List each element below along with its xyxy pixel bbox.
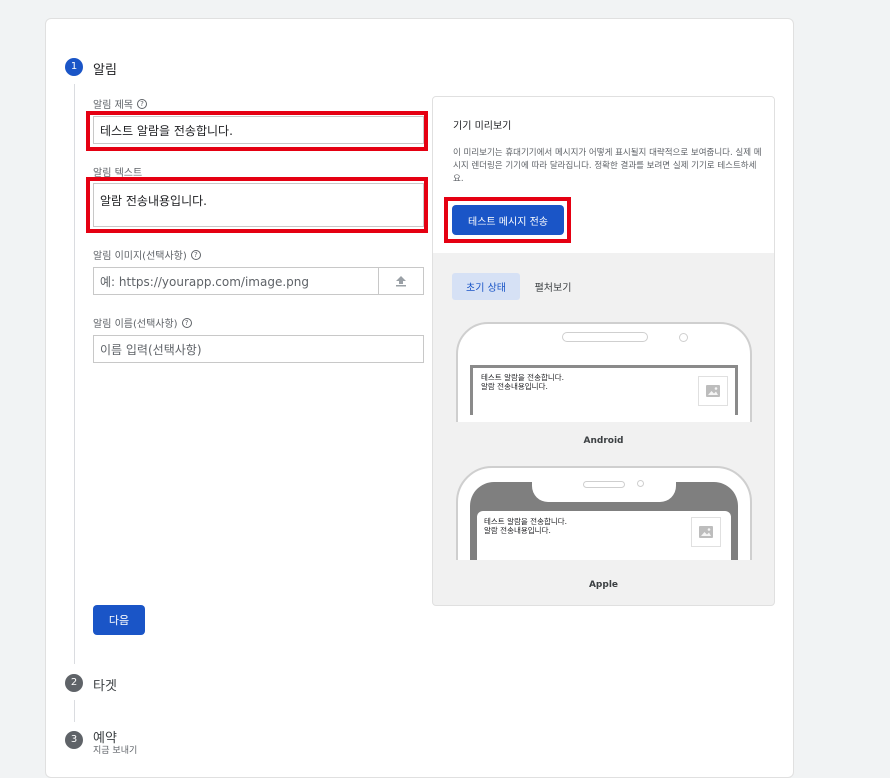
step-1-number: 1	[65, 58, 83, 76]
title-highlight-box	[86, 111, 428, 151]
apple-notification-text: 테스트 알람을 전송합니다. 알람 전송내용입니다.	[484, 517, 567, 535]
apple-notification: 테스트 알람을 전송합니다. 알람 전송내용입니다.	[477, 511, 731, 560]
apple-label: Apple	[588, 580, 619, 590]
image-url-input[interactable]: 예: https://yourapp.com/image.png	[93, 267, 379, 295]
help-icon[interactable]: ?	[136, 98, 147, 109]
send-button-highlight-box	[444, 197, 571, 243]
step-1-title: 알림	[93, 63, 117, 78]
help-icon[interactable]: ?	[181, 317, 192, 328]
apple-device-mockup: 테스트 알람을 전송합니다. 알람 전송내용입니다.	[456, 466, 752, 560]
tab-expanded[interactable]: 펼처보기	[528, 273, 578, 300]
android-notification-body: 알람 전송내용입니다.	[481, 382, 548, 391]
image-label: 알림 이미지(선택사항)	[93, 251, 187, 262]
android-camera	[679, 333, 688, 342]
android-notification: 테스트 알람을 전송합니다. 알람 전송내용입니다.	[470, 365, 738, 415]
apple-notification-body: 알람 전송내용입니다.	[484, 526, 551, 535]
android-device-mockup: 테스트 알람을 전송합니다. 알람 전송내용입니다.	[456, 322, 752, 422]
step-3-subtitle: 지금 보내기	[93, 746, 138, 756]
android-label: Android	[583, 436, 624, 446]
step-2-number: 2	[65, 674, 83, 692]
preview-title: 기기 미리보기	[453, 121, 512, 132]
tab-initial-state[interactable]: 초기 상태	[452, 273, 520, 300]
name-input[interactable]: 이름 입력(선택사항)	[93, 335, 424, 363]
upload-icon	[396, 276, 406, 287]
title-label-row: 알림 제목 ?	[93, 96, 147, 111]
apple-speaker	[583, 481, 625, 488]
android-image-placeholder	[698, 376, 728, 406]
image-icon	[699, 526, 713, 538]
apple-image-placeholder	[691, 517, 721, 547]
device-preview-panel: 기기 미리보기 이 미리보기는 휴대기기에서 메시지가 어떻게 표시될지 대략적…	[432, 96, 775, 606]
preview-description: 이 미리보기는 휴대기기에서 메시지가 어떻게 표시될지 대략적으로 보여줍니다…	[453, 148, 762, 184]
title-label: 알림 제목	[93, 100, 133, 111]
next-button[interactable]: 다음	[93, 605, 145, 635]
name-label-row: 알림 이름(선택사항) ?	[93, 315, 192, 330]
name-label: 알림 이름(선택사항)	[93, 319, 178, 330]
android-notification-text: 테스트 알람을 전송합니다. 알람 전송내용입니다.	[481, 373, 564, 391]
text-highlight-box	[86, 177, 428, 233]
step-3-number: 3	[65, 731, 83, 749]
help-icon[interactable]: ?	[190, 249, 201, 260]
android-speaker	[562, 332, 648, 342]
step-2-title[interactable]: 타겟	[93, 675, 117, 694]
image-label-row: 알림 이미지(선택사항) ?	[93, 247, 201, 262]
step-connector	[74, 700, 75, 722]
apple-notification-title: 테스트 알람을 전송합니다.	[484, 517, 568, 526]
android-notification-title: 테스트 알람을 전송합니다.	[481, 373, 565, 382]
image-icon	[706, 385, 720, 397]
apple-camera	[637, 480, 644, 487]
step-connector	[74, 84, 75, 664]
upload-button[interactable]	[378, 267, 424, 295]
